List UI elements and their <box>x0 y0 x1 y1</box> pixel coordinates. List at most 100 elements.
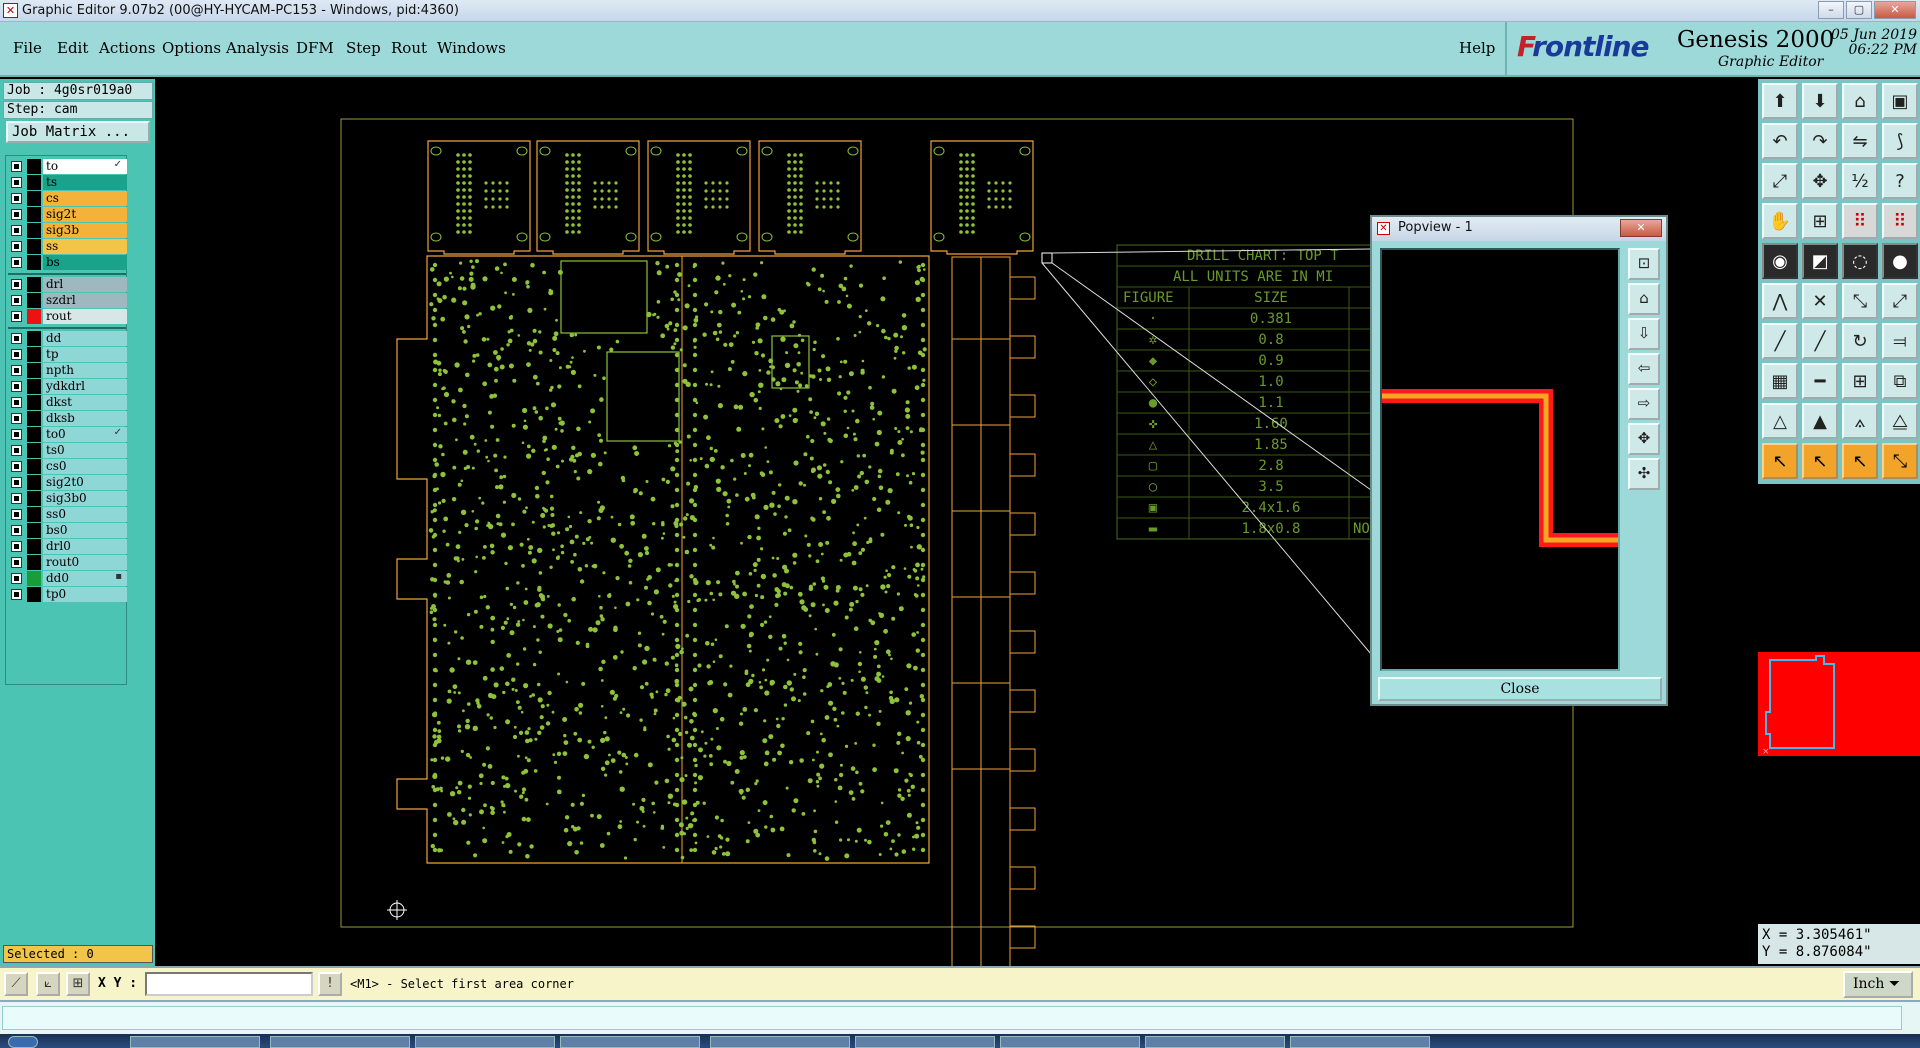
layer-checkbox[interactable] <box>11 573 22 584</box>
layer-color-swatch[interactable] <box>27 239 41 254</box>
window-close-button[interactable]: ✕ <box>1874 1 1916 19</box>
layer-color-swatch[interactable] <box>27 191 41 206</box>
triangle-icon[interactable]: ⧋ <box>1882 403 1918 439</box>
pointer-icon[interactable]: ⤡ <box>1882 443 1918 479</box>
layer-color-swatch[interactable] <box>27 363 41 378</box>
layer-name[interactable]: ss0 <box>43 507 127 522</box>
layer-checkbox[interactable] <box>11 589 22 600</box>
layer-row[interactable]: to ✓ <box>6 159 128 174</box>
pop-left-icon[interactable]: ⇦ <box>1628 353 1660 385</box>
layer-row[interactable]: bs <box>6 255 128 270</box>
help-icon[interactable]: ? <box>1882 163 1918 199</box>
layer-row[interactable]: dksb <box>6 411 128 426</box>
popview-canvas[interactable] <box>1380 248 1620 671</box>
layer-name[interactable]: dkst <box>43 395 127 410</box>
layer-name[interactable]: drl <box>43 277 127 292</box>
taskbar-item[interactable] <box>710 1036 850 1048</box>
layer-name[interactable]: sig2t <box>43 207 127 222</box>
layer-row[interactable]: dd0 ▪ <box>6 571 128 586</box>
hand-icon[interactable]: ✋ <box>1762 203 1798 239</box>
align-icon[interactable]: ⊞ <box>1842 363 1878 399</box>
layer-color-swatch[interactable] <box>27 379 41 394</box>
pad-add-icon[interactable]: ◉ <box>1762 243 1798 279</box>
popview-close-x[interactable]: ✕ <box>1620 219 1662 237</box>
layer-checkbox[interactable] <box>11 365 22 376</box>
layer-row[interactable]: ss <box>6 239 128 254</box>
layer-color-swatch[interactable] <box>27 159 41 174</box>
layer-checkbox[interactable] <box>11 193 22 204</box>
layer-color-swatch[interactable] <box>27 523 41 538</box>
overview-minimap[interactable]: × <box>1758 652 1920 757</box>
layer-checkbox[interactable] <box>11 397 22 408</box>
layer-name[interactable]: rout0 <box>43 555 127 570</box>
menu-dfm[interactable]: DFM <box>296 39 334 57</box>
layer-checkbox[interactable] <box>11 279 22 290</box>
layer-checkbox[interactable] <box>11 381 22 392</box>
layer-color-swatch[interactable] <box>27 555 41 570</box>
layer-name[interactable]: ts <box>43 175 127 190</box>
layer-row[interactable]: ts <box>6 175 128 190</box>
layer-row[interactable]: cs <box>6 191 128 206</box>
menu-step[interactable]: Step <box>346 39 381 57</box>
layer-row[interactable]: sig2t <box>6 207 128 222</box>
taskbar-item[interactable] <box>270 1036 410 1048</box>
layer-name[interactable]: sig3b0 <box>43 491 127 506</box>
layer-name[interactable]: cs0 <box>43 459 127 474</box>
layer-row[interactable]: ss0 <box>6 507 128 522</box>
layer-color-swatch[interactable] <box>27 475 41 490</box>
pop-right-icon[interactable]: ⇨ <box>1628 388 1660 420</box>
pop-zoom-fit-icon[interactable]: ⊡ <box>1628 248 1660 280</box>
mirror-icon[interactable]: ⇋ <box>1842 123 1878 159</box>
layer-color-swatch[interactable] <box>27 175 41 190</box>
layer-name[interactable]: bs <box>43 255 127 270</box>
measure-icon[interactable]: ━ <box>1802 363 1838 399</box>
layer-checkbox[interactable] <box>11 509 22 520</box>
triangle-icon[interactable]: ▲ <box>1802 403 1838 439</box>
pointer-icon[interactable]: ↖ <box>1802 443 1838 479</box>
layer-name[interactable]: ts0 <box>43 443 127 458</box>
snap-angle-icon[interactable]: ⟀ <box>36 972 60 996</box>
menu-rout[interactable]: Rout <box>391 39 427 57</box>
xy-input[interactable] <box>145 972 313 996</box>
popview-close-button[interactable]: Close <box>1378 677 1662 701</box>
layer-color-swatch[interactable] <box>27 207 41 222</box>
units-select[interactable]: Inch ⏷ <box>1843 971 1913 998</box>
layer-row[interactable]: drl0 <box>6 539 128 554</box>
pointer-icon[interactable]: ↖ <box>1762 443 1798 479</box>
layer-checkbox[interactable] <box>11 257 22 268</box>
triangle-icon[interactable]: △ <box>1762 403 1798 439</box>
taskbar-item[interactable] <box>1145 1036 1285 1048</box>
layer-row[interactable]: dkst <box>6 395 128 410</box>
info-button[interactable]: ! <box>318 972 342 996</box>
layer-row[interactable]: rout <box>6 309 128 324</box>
layer-color-swatch[interactable] <box>27 255 41 270</box>
layer-row[interactable]: to0 ✓ <box>6 427 128 442</box>
layer-checkbox[interactable] <box>11 493 22 504</box>
layer-color-swatch[interactable] <box>27 411 41 426</box>
zoom-move-icon[interactable]: ✥ <box>1802 163 1838 199</box>
layer-checkbox[interactable] <box>11 477 22 488</box>
line-draw-icon[interactable]: ╱ <box>1802 323 1838 359</box>
layer-name[interactable]: ss <box>43 239 127 254</box>
layer-checkbox[interactable] <box>11 333 22 344</box>
taskbar-item[interactable] <box>855 1036 995 1048</box>
layer-color-swatch[interactable] <box>27 331 41 346</box>
layer-color-swatch[interactable] <box>27 459 41 474</box>
circle-add-icon[interactable]: ● <box>1882 243 1918 279</box>
layer-color-swatch[interactable] <box>27 293 41 308</box>
layer-color-swatch[interactable] <box>27 309 41 324</box>
layer-color-swatch[interactable] <box>27 395 41 410</box>
taskbar-item[interactable] <box>415 1036 555 1048</box>
node-cross-icon[interactable]: ✕ <box>1802 283 1838 319</box>
pointer-icon[interactable]: ↖ <box>1842 443 1878 479</box>
zoom-fit-icon[interactable]: ⤢ <box>1762 163 1798 199</box>
node-join-icon[interactable]: ⋀ <box>1762 283 1798 319</box>
window-icon[interactable]: ▣ <box>1882 83 1918 119</box>
layer-color-swatch[interactable] <box>27 223 41 238</box>
layer-row[interactable]: sig2t0 <box>6 475 128 490</box>
maximize-button[interactable]: ▢ <box>1846 1 1872 19</box>
layer-checkbox[interactable] <box>11 445 22 456</box>
layer-color-swatch[interactable] <box>27 539 41 554</box>
taskbar-item[interactable] <box>1000 1036 1140 1048</box>
layer-checkbox[interactable] <box>11 461 22 472</box>
